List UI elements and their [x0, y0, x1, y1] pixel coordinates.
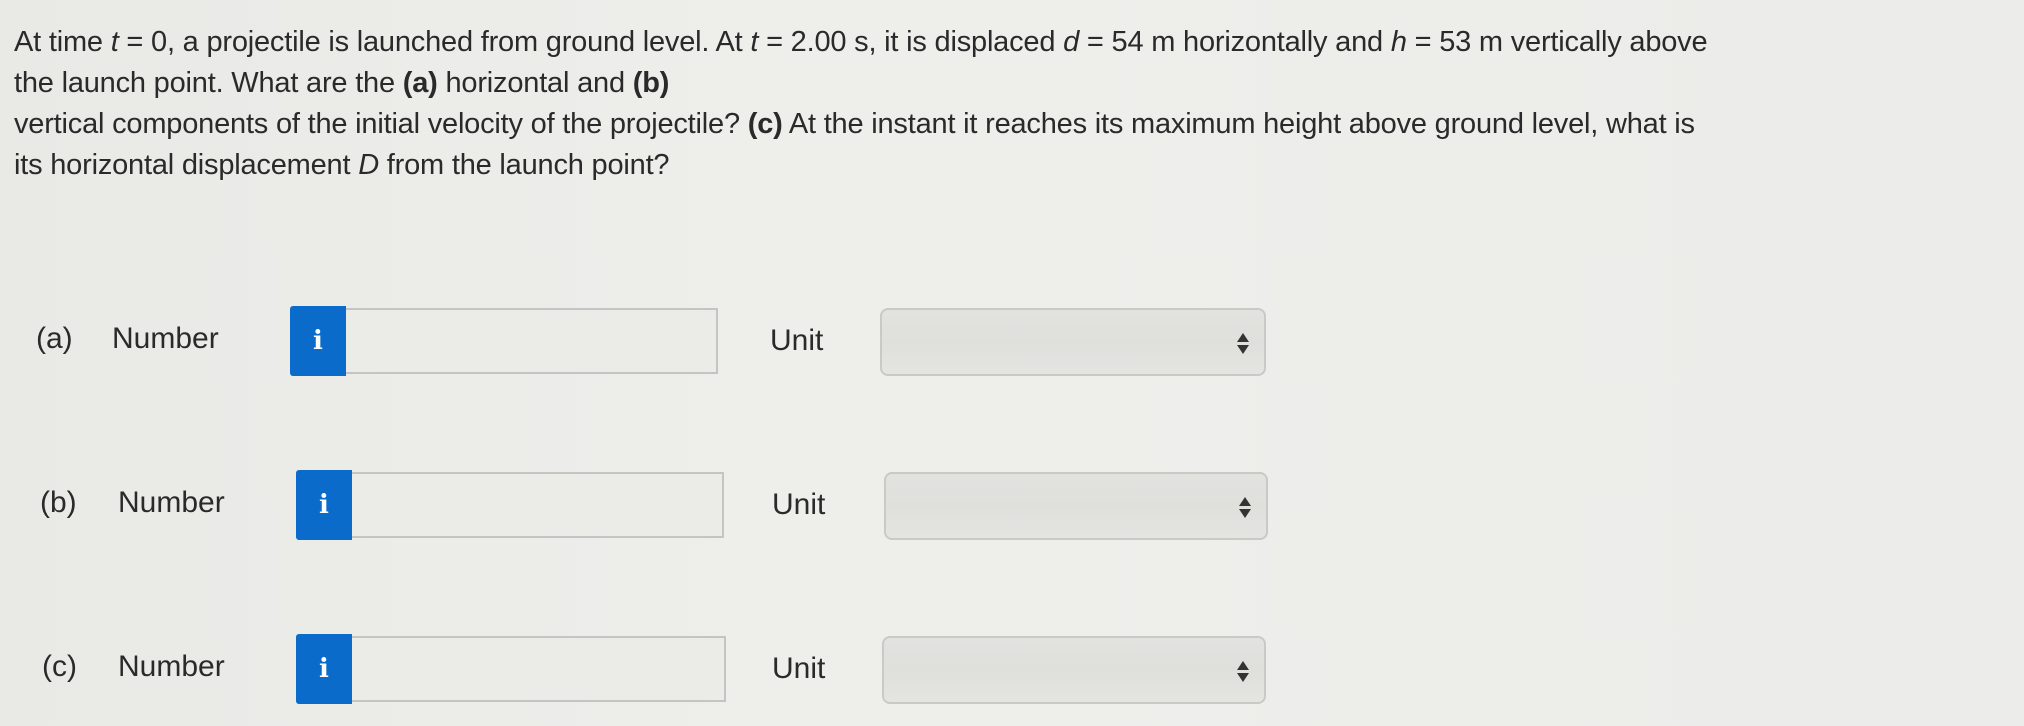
- number-label: Number: [118, 650, 225, 683]
- number-label: Number: [118, 486, 225, 519]
- number-input-c[interactable]: [352, 636, 726, 702]
- answer-row-b: (b) Number i Unit: [0, 470, 2024, 542]
- question-line-3: vertical components of the initial veloc…: [14, 108, 1695, 140]
- question-line-4: its horizontal displacement D from the l…: [14, 149, 670, 181]
- answer-row-c: (c) Number i Unit: [0, 634, 2024, 706]
- unit-select-a[interactable]: [880, 308, 1266, 376]
- select-arrows-icon: [1236, 328, 1250, 358]
- part-label: (c): [42, 650, 77, 683]
- info-icon[interactable]: i: [296, 470, 352, 540]
- question-line-2: the launch point. What are the (a) horiz…: [14, 67, 670, 99]
- info-icon[interactable]: i: [290, 306, 346, 376]
- part-label: (a): [36, 322, 73, 355]
- answer-row-a: (a) Number i Unit: [0, 306, 2024, 378]
- unit-select-b[interactable]: [884, 472, 1268, 540]
- unit-label: Unit: [772, 652, 826, 685]
- question-line-1: At time t = 0, a projectile is launched …: [14, 26, 1708, 58]
- unit-label: Unit: [770, 324, 824, 357]
- number-label: Number: [112, 322, 219, 355]
- unit-label: Unit: [772, 488, 826, 521]
- number-input-b[interactable]: [352, 472, 724, 538]
- question-text: At time t = 0, a projectile is launched …: [14, 22, 2014, 186]
- part-label: (b): [40, 486, 77, 519]
- select-arrows-icon: [1238, 492, 1252, 522]
- info-icon[interactable]: i: [296, 634, 352, 704]
- unit-select-c[interactable]: [882, 636, 1266, 704]
- number-input-a[interactable]: [346, 308, 718, 374]
- select-arrows-icon: [1236, 656, 1250, 686]
